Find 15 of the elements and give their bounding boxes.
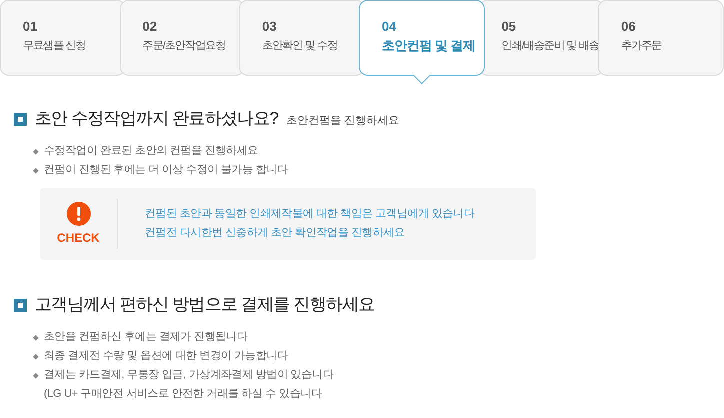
section-subtitle: 초안컨펌을 진행하세요 <box>286 114 400 129</box>
bullet-text: 최종 결제전 수량 및 옵션에 대한 변경이 가능합니다 <box>44 349 288 364</box>
warning-icon <box>66 202 90 226</box>
bullet-text: 결제는 카드결제, 무통장 입금, 가상계좌결제 방법이 있습니다 (LG U+ 구매안전 서비스로 안전한 거래를 하실 수 있습니다 <box>44 368 334 402</box>
bullet-text: 수정작업이 완료된 초안의 컨펌을 진행하세요 <box>44 144 258 159</box>
square-icon <box>14 112 27 126</box>
square-icon <box>14 298 27 312</box>
section-heading: 초안 수정작업까지 완료하셨나요? <box>35 108 278 130</box>
notice-text: 컨펌전 다시한번 신중하게 초안 확인작업을 진행하세요 <box>145 226 406 241</box>
bullet-text: 컨펌이 진행된 후에는 더 이상 수정이 불가능 합니다 <box>44 163 288 178</box>
notice-text: 컨펌된 초안과 동일한 인쇄제작물에 대한 책임은 고객님에게 있습니다 <box>145 207 475 222</box>
bullet-text: 초안을 컨펌하신 후에는 결제가 진행됩니다 <box>44 330 248 345</box>
check-label: CHECK <box>57 230 100 246</box>
section-heading: 고객님께서 편하신 방법으로 결제를 진행하세요 <box>35 294 375 316</box>
step-tab[interactable]: 06 추가주문 <box>598 0 724 76</box>
